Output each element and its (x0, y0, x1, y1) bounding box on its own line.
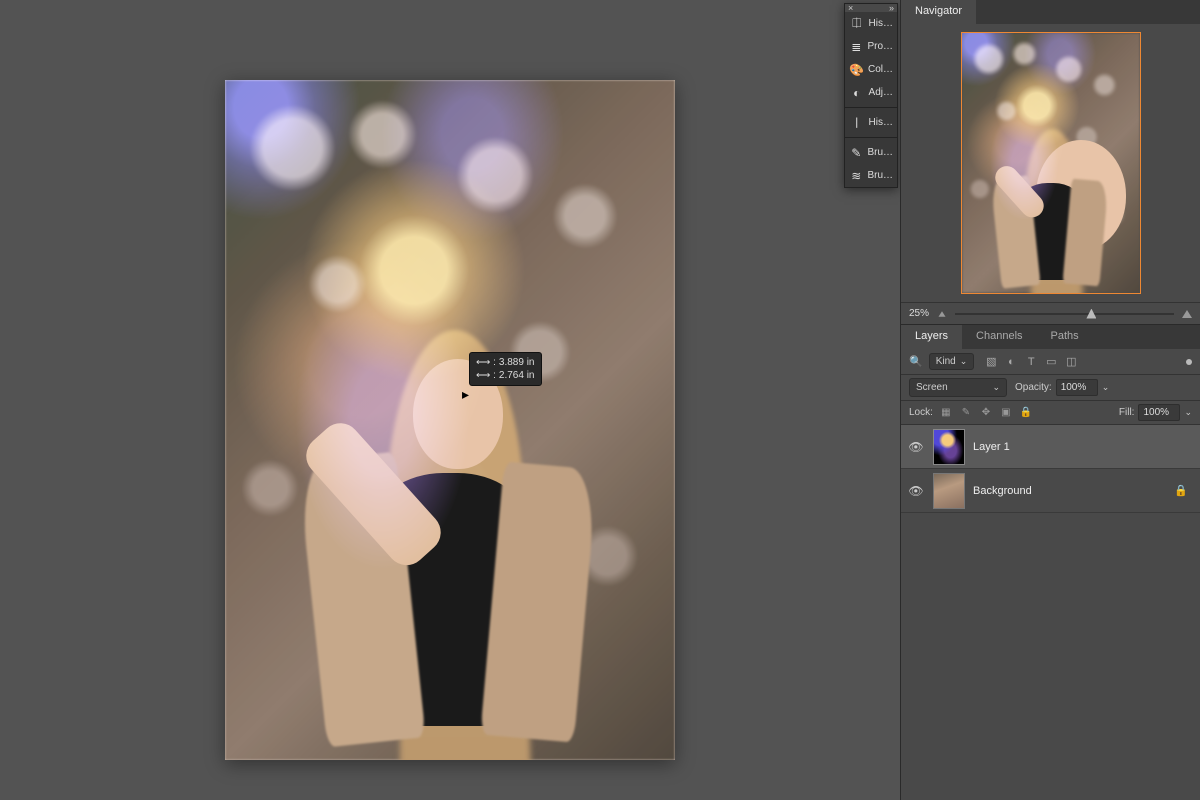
layers-panel: Layers Channels Paths 🔍 Kind⌄ ▧ ◐ T ▭ ◫ … (901, 325, 1200, 800)
fill-label: Fill: (1119, 407, 1135, 418)
blend-mode-select[interactable]: Screen⌄ (909, 378, 1007, 397)
layer-row[interactable]: 👁 Background 🔒 (901, 469, 1200, 513)
lock-label: Lock: (909, 407, 933, 418)
canvas-area[interactable]: ⟷ :3.889 in ⟷ :2.764 in ▸ (0, 0, 900, 800)
chevron-down-icon[interactable]: ⌄ (1102, 382, 1110, 393)
layer-filter-kind-select[interactable]: Kind⌄ (929, 353, 975, 370)
search-icon: 🔍 (909, 355, 923, 368)
visibility-toggle-icon[interactable]: 👁 (907, 440, 925, 454)
lock-brush-icon[interactable]: ✎ (959, 407, 973, 418)
visibility-toggle-icon[interactable]: 👁 (907, 484, 925, 498)
zoom-out-icon[interactable] (939, 311, 946, 317)
navigator-zoom-slider[interactable] (955, 307, 1174, 321)
panel-strip-titlebar[interactable]: × » (845, 4, 897, 12)
tab-channels[interactable]: Channels (962, 325, 1036, 349)
filter-shape-icon[interactable]: ▭ (1044, 355, 1058, 369)
panel-shortcut-color[interactable]: 🎨Col… (845, 58, 897, 81)
panel-shortcut-brushes[interactable]: ✎Bru… (845, 141, 897, 164)
navigator-panel: Navigator 25% (901, 0, 1200, 325)
panel-shortcut-brush-settings[interactable]: ≋Bru… (845, 164, 897, 187)
lock-move-icon[interactable]: ✥ (979, 407, 993, 418)
brush-settings-icon: ≋ (849, 168, 863, 184)
navigator-thumbnail[interactable] (961, 32, 1141, 294)
fill-input[interactable] (1138, 404, 1180, 421)
filter-smart-icon[interactable]: ◫ (1064, 355, 1078, 369)
layer-row[interactable]: 👁 Layer 1 (901, 425, 1200, 469)
panel-shortcut-histogram[interactable]: 〡His… (845, 111, 897, 134)
history-icon: ⎅ (849, 16, 865, 32)
layer-filter-icons: ▧ ◐ T ▭ ◫ (984, 355, 1078, 369)
palette-icon: 🎨 (849, 62, 864, 78)
brush-icon: ✎ (849, 145, 863, 161)
navigator-zoom-value: 25% (909, 308, 929, 319)
cursor-icon: ▸ (462, 386, 469, 403)
filter-toggle[interactable] (1186, 359, 1192, 365)
tab-paths[interactable]: Paths (1037, 325, 1093, 349)
tab-layers[interactable]: Layers (901, 325, 962, 349)
layer-thumbnail[interactable] (933, 473, 965, 509)
document-canvas[interactable]: ⟷ :3.889 in ⟷ :2.764 in ▸ (225, 80, 675, 760)
chevron-down-icon: ⌄ (992, 382, 1000, 393)
filter-pixel-icon[interactable]: ▧ (984, 355, 998, 369)
lock-artboard-icon[interactable]: ▣ (999, 407, 1013, 418)
lock-all-icon[interactable]: 🔒 (1019, 407, 1033, 418)
panel-shortcut-history[interactable]: ⎅His… (845, 12, 897, 35)
expand-icon[interactable]: » (889, 3, 894, 13)
right-dock: Navigator 25% Layers Channels Paths 🔍 (900, 0, 1200, 800)
collapsed-panels-strip[interactable]: × » ⎅His… ≣Pro… 🎨Col… ◐Adj… 〡His… ✎Bru… … (844, 3, 898, 188)
panel-shortcut-adjustments[interactable]: ◐Adj… (845, 81, 897, 104)
layer-name[interactable]: Background (973, 485, 1032, 497)
properties-icon: ≣ (849, 39, 863, 55)
adjust-icon: ◐ (849, 85, 865, 101)
transform-tooltip: ⟷ :3.889 in ⟷ :2.764 in (469, 352, 542, 386)
histogram-icon: 〡 (849, 115, 865, 131)
opacity-label: Opacity: (1015, 382, 1052, 393)
opacity-input[interactable] (1056, 379, 1098, 396)
filter-adjust-icon[interactable]: ◐ (1004, 355, 1018, 369)
layer-list: 👁 Layer 1 👁 Background 🔒 (901, 425, 1200, 800)
zoom-in-icon[interactable] (1182, 310, 1192, 318)
light-flare-overlay (225, 80, 675, 760)
tab-navigator[interactable]: Navigator (901, 0, 976, 24)
filter-type-icon[interactable]: T (1024, 355, 1038, 369)
layer-name[interactable]: Layer 1 (973, 441, 1010, 453)
close-icon[interactable]: × (848, 3, 853, 13)
lock-transparent-icon[interactable]: ▦ (939, 407, 953, 418)
lock-icon: 🔒 (1174, 484, 1188, 497)
chevron-down-icon: ⌄ (960, 356, 968, 367)
layer-thumbnail[interactable] (933, 429, 965, 465)
panel-shortcut-properties[interactable]: ≣Pro… (845, 35, 897, 58)
chevron-down-icon[interactable]: ⌄ (1184, 407, 1192, 418)
